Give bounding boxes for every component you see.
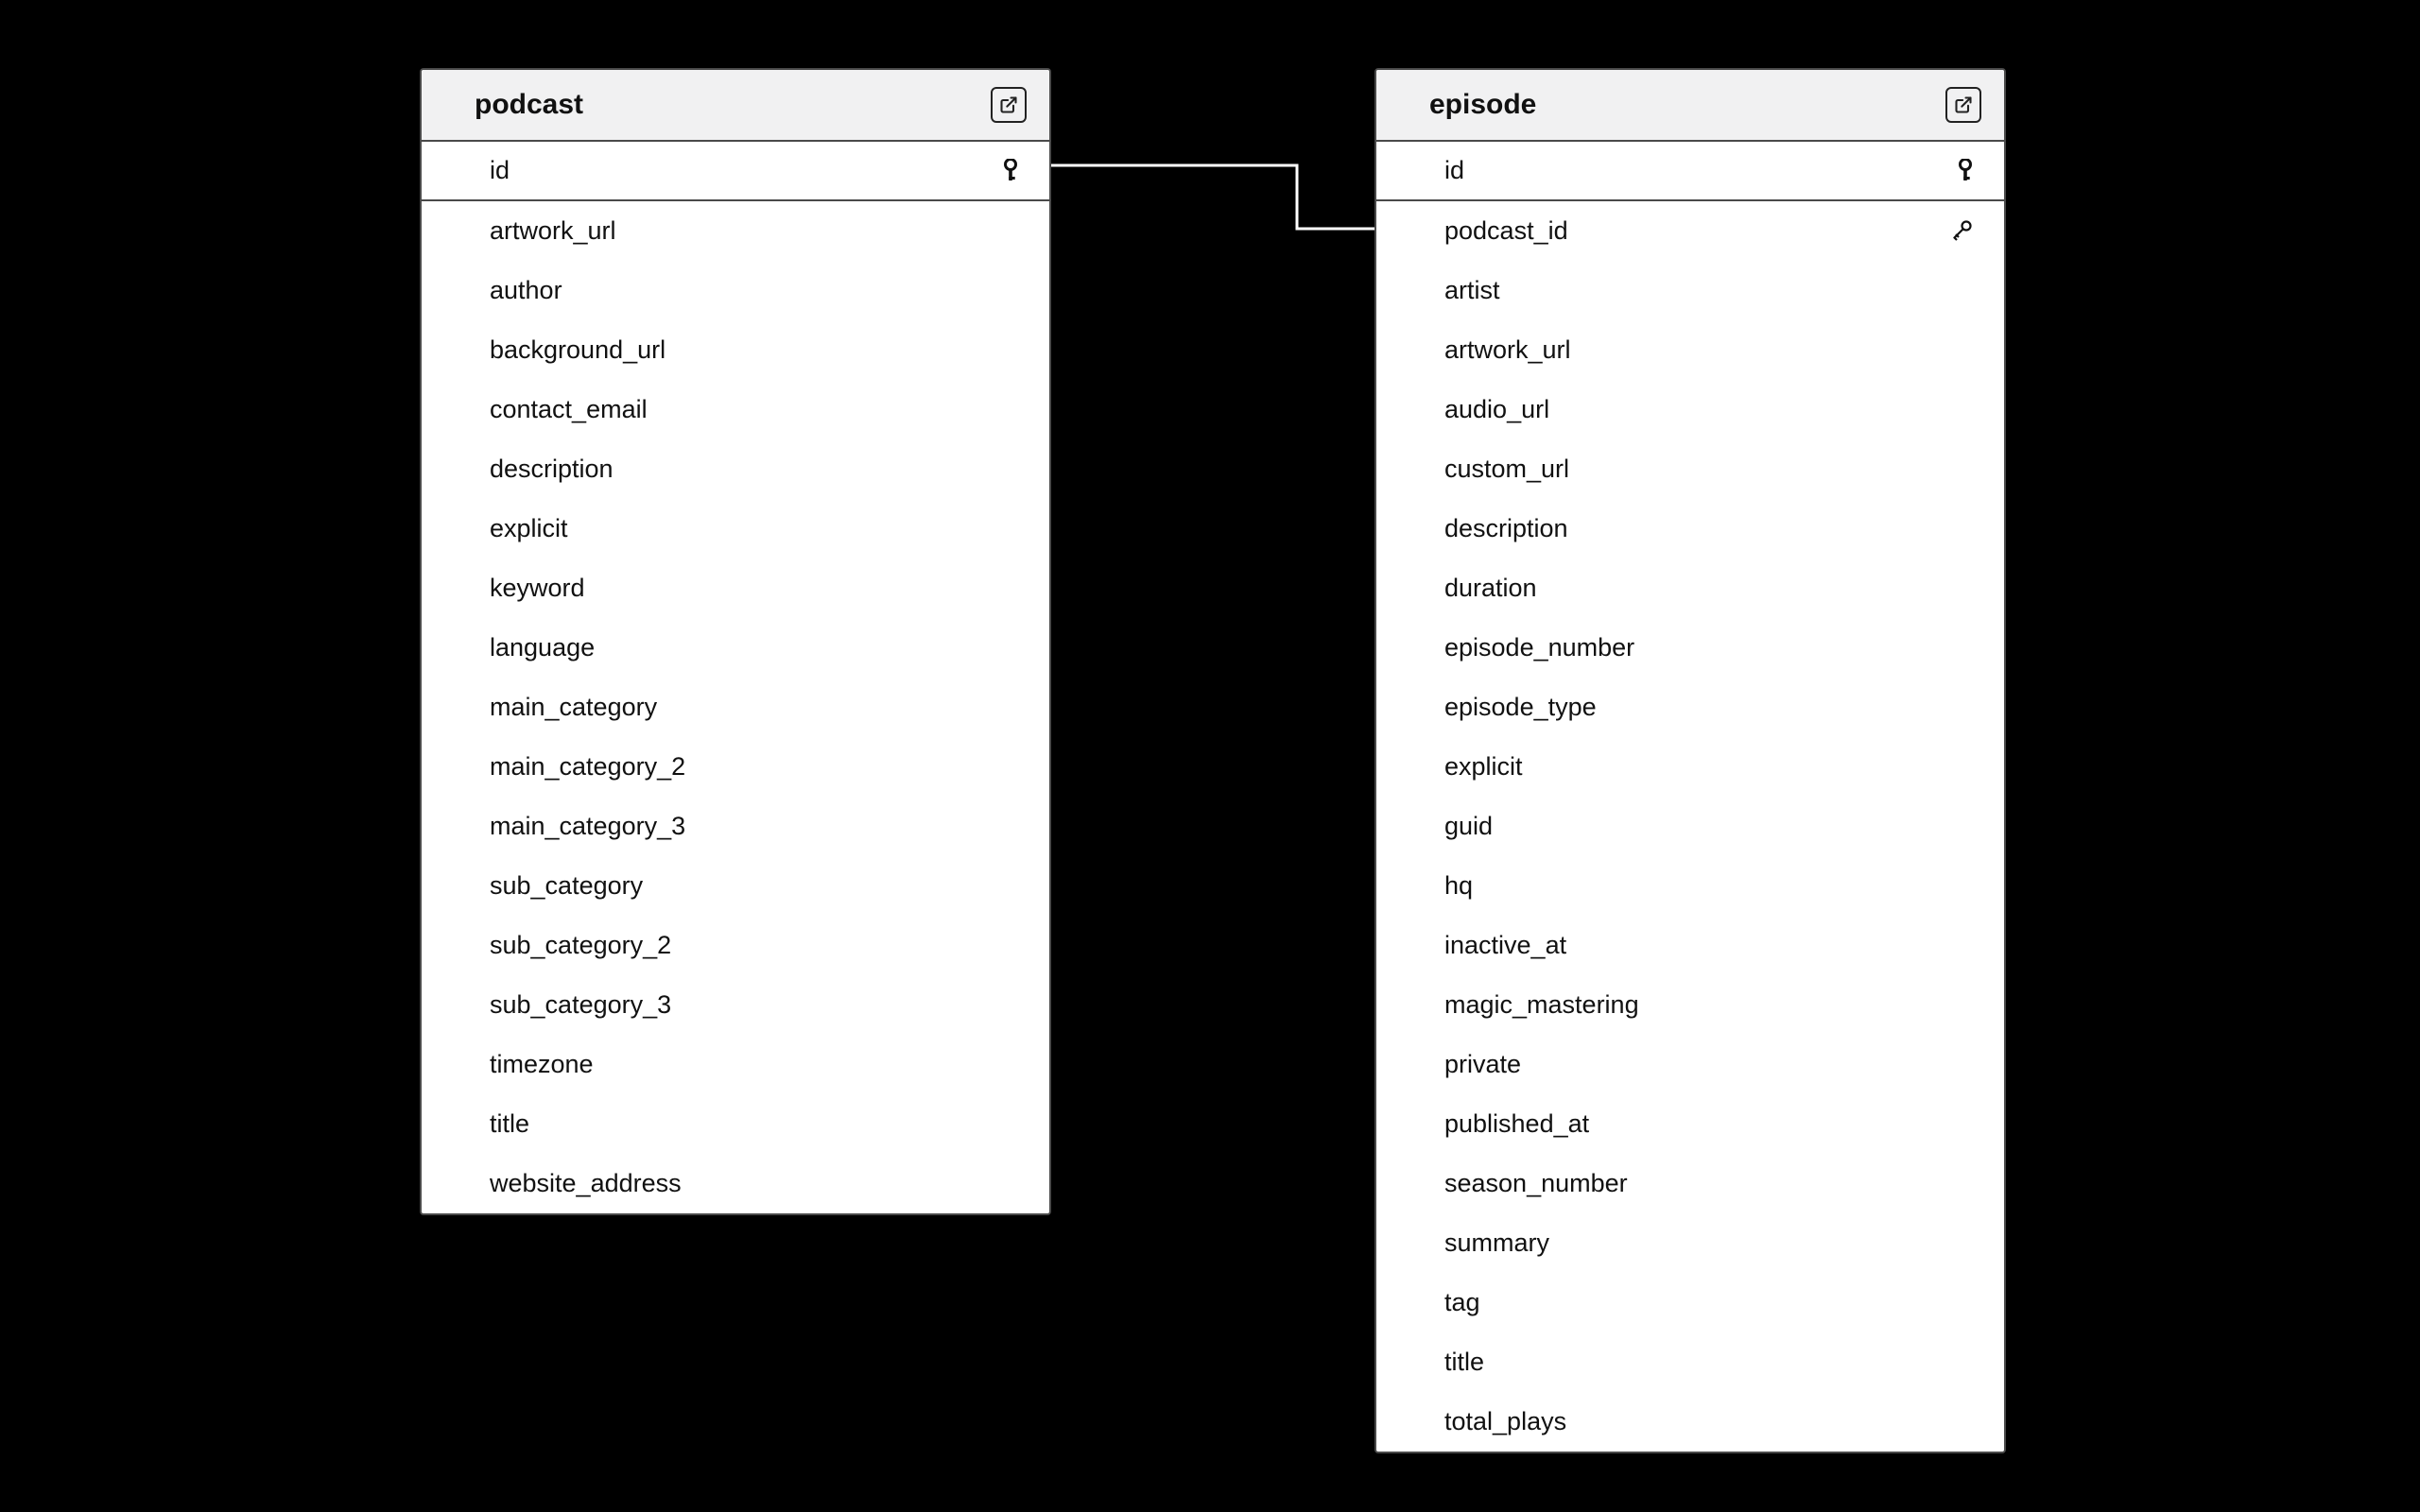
column-row[interactable]: artwork_url (422, 201, 1049, 261)
column-name: published_at (1444, 1109, 1589, 1139)
column-row[interactable]: magic_mastering (1376, 975, 2004, 1035)
table-episode[interactable]: episode id podcast_idartist artwork_urlaud… (1374, 68, 2006, 1453)
column-name: id (490, 156, 510, 185)
column-row[interactable]: episode_number (1376, 618, 2004, 678)
column-name: language (490, 633, 595, 662)
column-name: background_url (490, 335, 666, 365)
column-name: inactive_at (1444, 931, 1566, 960)
column-name: sub_category_3 (490, 990, 671, 1020)
column-row[interactable]: website_address (422, 1154, 1049, 1213)
column-name: guid (1444, 812, 1493, 841)
column-name: duration (1444, 574, 1537, 603)
column-row[interactable]: background_url (422, 320, 1049, 380)
column-row[interactable]: timezone (422, 1035, 1049, 1094)
column-name: artwork_url (1444, 335, 1571, 365)
column-name: episode_type (1444, 693, 1597, 722)
foreign-key-icon (1949, 219, 1974, 244)
table-title: podcast (475, 89, 583, 121)
column-name: artwork_url (490, 216, 616, 246)
erd-canvas: podcast idartwork_urlauthorbackground_ur… (0, 0, 2420, 1512)
column-row[interactable]: id (422, 142, 1049, 201)
column-row[interactable]: main_category_2 (422, 737, 1049, 797)
column-name: website_address (490, 1169, 682, 1198)
column-name: artist (1444, 276, 1500, 305)
column-row[interactable]: artist (1376, 261, 2004, 320)
column-name: contact_email (490, 395, 648, 424)
column-row[interactable]: season_number (1376, 1154, 2004, 1213)
column-row[interactable]: custom_url (1376, 439, 2004, 499)
column-row[interactable]: language (422, 618, 1049, 678)
column-name: sub_category (490, 871, 643, 901)
column-list: id artwork_urlauthor background_urlcontact… (422, 142, 1049, 1213)
open-table-button[interactable] (1945, 87, 1981, 123)
column-row[interactable]: artwork_url (1376, 320, 2004, 380)
column-name: keyword (490, 574, 585, 603)
table-header: podcast (422, 70, 1049, 142)
column-row[interactable]: total_plays (1376, 1392, 2004, 1452)
column-name: title (1444, 1348, 1484, 1377)
column-name: main_category_3 (490, 812, 685, 841)
column-row[interactable]: sub_category (422, 856, 1049, 916)
column-name: hq (1444, 871, 1473, 901)
column-name: description (1444, 514, 1568, 543)
column-row[interactable]: main_category_3 (422, 797, 1049, 856)
column-row[interactable]: inactive_at (1376, 916, 2004, 975)
column-name: podcast_id (1444, 216, 1568, 246)
column-row[interactable]: title (1376, 1332, 2004, 1392)
column-name: tag (1444, 1288, 1480, 1317)
column-row[interactable]: tag (1376, 1273, 2004, 1332)
column-row[interactable]: description (1376, 499, 2004, 558)
column-row[interactable]: podcast_id (1376, 201, 2004, 261)
column-name: main_category_2 (490, 752, 685, 782)
column-row[interactable]: published_at (1376, 1094, 2004, 1154)
column-row[interactable]: explicit (422, 499, 1049, 558)
column-row[interactable]: private (1376, 1035, 2004, 1094)
column-name: total_plays (1444, 1407, 1566, 1436)
column-row[interactable]: explicit (1376, 737, 2004, 797)
column-row[interactable]: title (422, 1094, 1049, 1154)
external-link-icon (999, 95, 1018, 114)
column-name: description (490, 455, 614, 484)
column-row[interactable]: summary (1376, 1213, 2004, 1273)
column-name: custom_url (1444, 455, 1569, 484)
column-name: sub_category_2 (490, 931, 671, 960)
column-name: explicit (490, 514, 568, 543)
column-row[interactable]: hq (1376, 856, 2004, 916)
primary-key-icon (1957, 159, 1974, 183)
column-list: id podcast_idartist artwork_url audio_urlcu… (1376, 142, 2004, 1452)
column-name: summary (1444, 1228, 1549, 1258)
column-row[interactable]: sub_category_2 (422, 916, 1049, 975)
column-row[interactable]: audio_url (1376, 380, 2004, 439)
relationship-connector (1051, 161, 1380, 236)
open-table-button[interactable] (991, 87, 1027, 123)
column-row[interactable]: id (1376, 142, 2004, 201)
column-name: title (490, 1109, 529, 1139)
column-name: main_category (490, 693, 657, 722)
table-title: episode (1429, 89, 1536, 121)
column-name: id (1444, 156, 1464, 185)
column-row[interactable]: keyword (422, 558, 1049, 618)
column-row[interactable]: sub_category_3 (422, 975, 1049, 1035)
column-name: author (490, 276, 562, 305)
column-name: audio_url (1444, 395, 1549, 424)
column-name: season_number (1444, 1169, 1628, 1198)
primary-key-icon (1002, 159, 1019, 183)
column-name: private (1444, 1050, 1521, 1079)
column-row[interactable]: author (422, 261, 1049, 320)
column-row[interactable]: contact_email (422, 380, 1049, 439)
column-row[interactable]: guid (1376, 797, 2004, 856)
external-link-icon (1954, 95, 1973, 114)
column-name: explicit (1444, 752, 1523, 782)
column-row[interactable]: episode_type (1376, 678, 2004, 737)
table-header: episode (1376, 70, 2004, 142)
column-name: magic_mastering (1444, 990, 1639, 1020)
column-row[interactable]: duration (1376, 558, 2004, 618)
column-row[interactable]: description (422, 439, 1049, 499)
table-podcast[interactable]: podcast id artwork_urlauthor background_ur… (420, 68, 1051, 1215)
column-name: timezone (490, 1050, 594, 1079)
column-row[interactable]: main_category (422, 678, 1049, 737)
column-name: episode_number (1444, 633, 1634, 662)
